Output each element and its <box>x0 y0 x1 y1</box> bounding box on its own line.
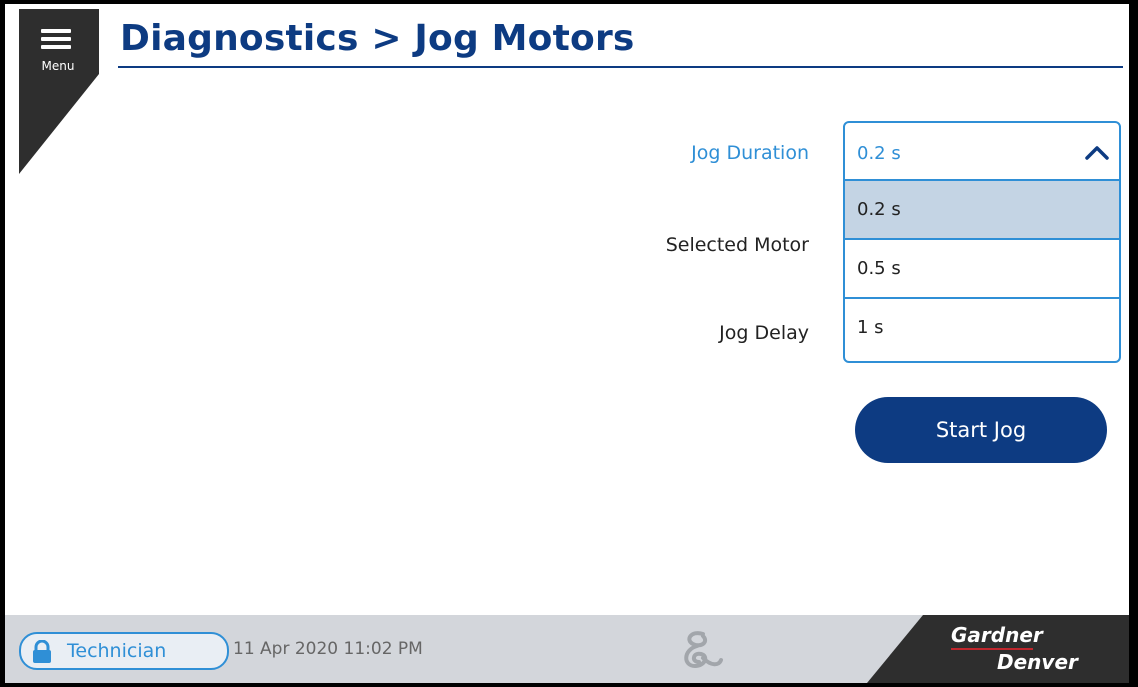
title-divider <box>118 66 1123 68</box>
jog-duration-label: Jog Duration <box>691 142 809 164</box>
page-title: Diagnostics > Jog Motors <box>120 18 635 59</box>
menu-button[interactable]: Menu <box>37 27 79 79</box>
selected-motor-label: Selected Motor <box>665 234 809 256</box>
jog-duration-select[interactable]: 0.2 s <box>845 123 1119 179</box>
dropdown-option-0-2s[interactable]: 0.2 s <box>845 179 1119 238</box>
device-bezel: Menu Diagnostics > Jog Motors Jog Durati… <box>0 0 1138 687</box>
lock-icon <box>33 640 51 663</box>
user-login-button[interactable]: Technician <box>19 632 229 670</box>
brand-line-1: Gardner <box>951 623 1043 647</box>
hmi-screen: Menu Diagnostics > Jog Motors Jog Durati… <box>5 4 1129 683</box>
gardner-denver-logo: Gardner Denver <box>945 623 1105 677</box>
option-label: 0.5 s <box>857 258 901 279</box>
menu-tab: Menu <box>19 9 99 174</box>
option-label: 0.2 s <box>857 199 901 220</box>
user-role: Technician <box>67 640 167 662</box>
status-bar: Technician 11 Apr 2020 11:02 PM Gardner … <box>5 615 1129 683</box>
chevron-up-icon <box>1085 146 1109 160</box>
jog-delay-label: Jog Delay <box>719 322 809 344</box>
hamburger-menu-icon <box>41 29 71 53</box>
date-time: 11 Apr 2020 11:02 PM <box>233 639 423 659</box>
menu-label: Menu <box>41 59 75 73</box>
dropdown-option-0-5s[interactable]: 0.5 s <box>845 238 1119 297</box>
option-label: 1 s <box>857 317 884 338</box>
dropdown-option-1s[interactable]: 1 s <box>845 297 1119 356</box>
swirl-logo-icon <box>684 631 723 669</box>
jog-duration-value: 0.2 s <box>857 143 901 164</box>
start-jog-button[interactable]: Start Jog <box>855 397 1107 463</box>
jog-duration-dropdown[interactable]: 0.2 s 0.2 s 0.5 s 1 s <box>843 121 1121 363</box>
brand-line-2: Denver <box>997 650 1078 674</box>
